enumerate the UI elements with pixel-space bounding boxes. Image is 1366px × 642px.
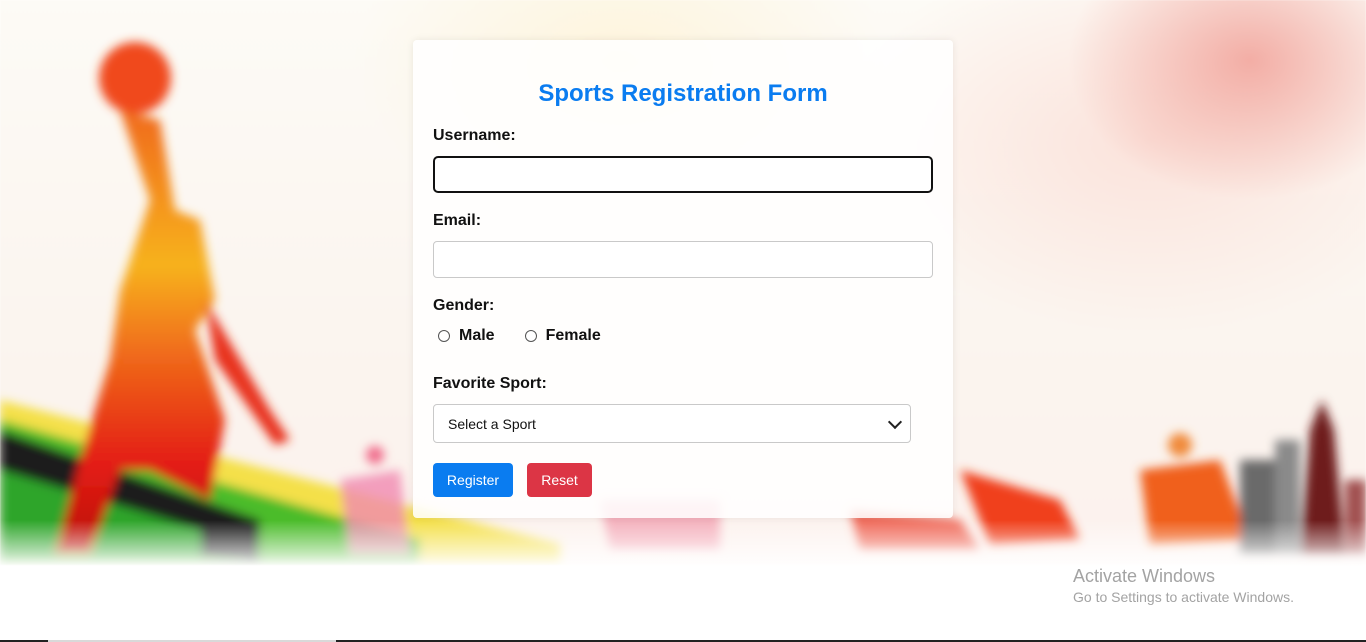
gender-options: Male Female (433, 326, 626, 346)
gender-label: Gender: (433, 297, 495, 314)
register-button[interactable]: Register (433, 463, 513, 497)
gender-male-radio[interactable] (438, 330, 450, 342)
reset-button[interactable]: Reset (527, 463, 592, 497)
favorite-sport-select[interactable]: Select a Sport (433, 404, 911, 443)
watermark-title: Activate Windows (1073, 566, 1216, 586)
gender-male-label[interactable]: Male (459, 327, 495, 345)
form-title: Sports Registration Form (538, 80, 828, 107)
gender-female-radio[interactable] (524, 330, 537, 342)
username-input[interactable] (433, 156, 933, 193)
gender-female-label[interactable]: Female (546, 327, 601, 345)
favorite-sport-label: Favorite Sport: (433, 375, 547, 392)
favorite-sport-selected-value: Select a Sport (448, 415, 536, 432)
chevron-down-icon (887, 414, 903, 429)
watermark-subtitle: Go to Settings to activate Windows. (1073, 589, 1294, 605)
username-label: Username: (433, 127, 516, 144)
background-fade (0, 520, 1366, 570)
registration-form-card: Sports Registration Form Username: Email… (413, 40, 953, 518)
page: Sports Registration Form Username: Email… (0, 0, 1366, 642)
activate-windows-watermark: Activate Windows Go to Settings to activ… (1073, 565, 1294, 607)
email-label: Email: (433, 212, 482, 229)
email-input[interactable] (433, 241, 933, 278)
